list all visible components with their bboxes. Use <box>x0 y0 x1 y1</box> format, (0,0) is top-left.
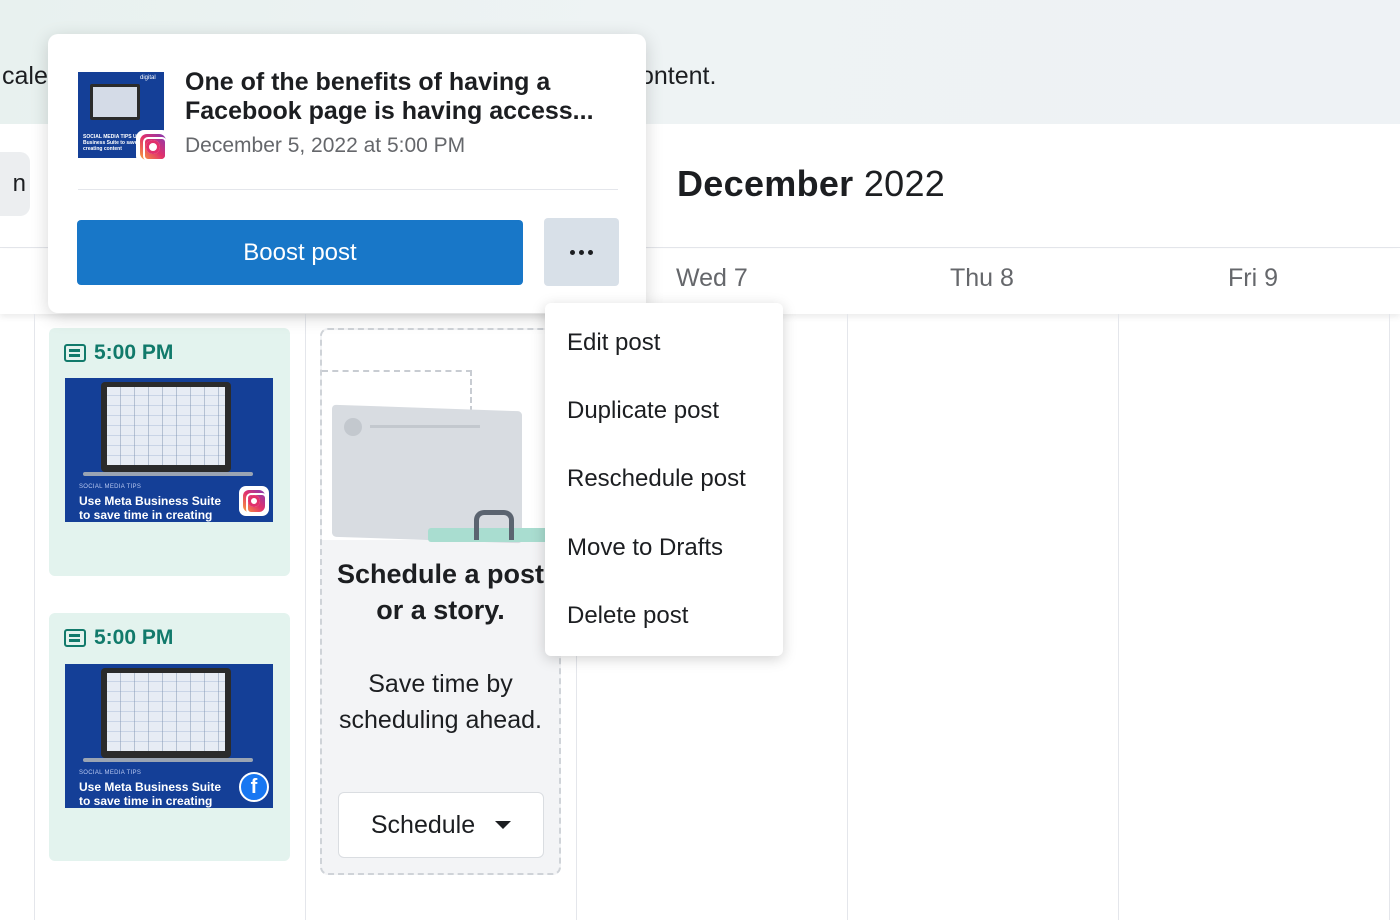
thumb-tip-label: SOCIAL MEDIA TIPS <box>79 484 142 490</box>
instagram-glyph <box>140 134 167 161</box>
post-preview-popover: digital SOCIAL MEDIA TIPS Use Meta Busin… <box>48 34 646 313</box>
schedule-empty-state: Schedule a post or a story. Save time by… <box>320 328 561 875</box>
menu-item-move-to-drafts[interactable]: Move to Drafts <box>567 534 723 562</box>
thumb-tip-title: Use Meta Business Suite to save time in … <box>79 494 221 522</box>
more-dot-icon <box>570 249 575 255</box>
post-time: 5:00 PM <box>64 626 173 650</box>
column-divider <box>847 314 848 920</box>
thumb-tip-label: SOCIAL MEDIA TIPS <box>79 770 142 776</box>
instagram-glyph <box>243 490 267 514</box>
more-options-button[interactable] <box>544 218 619 286</box>
schedule-prompt-title: Schedule a post or a story. <box>336 559 545 625</box>
day-header-fri: Fri 9 <box>1228 264 1278 292</box>
thumb-title-line1: Use Meta Business Suite <box>79 494 222 508</box>
thumb-title-line2: to save time in creating <box>79 508 213 522</box>
facebook-icon: f <box>239 772 269 802</box>
more-dot-icon <box>588 249 593 255</box>
menu-item-delete-post[interactable]: Delete post <box>567 602 688 630</box>
schedule-button-label: Schedule <box>370 810 476 839</box>
schedule-prompt-subtitle: Save time by scheduling ahead. <box>339 670 542 734</box>
day-header-thu: Thu 8 <box>950 264 1014 292</box>
laptop-base <box>83 472 253 476</box>
thumb-tip-title: Use Meta Business Suite to save time in … <box>79 780 221 808</box>
column-divider <box>1389 314 1390 920</box>
caret-down-icon <box>495 821 512 829</box>
column-divider <box>1118 314 1119 920</box>
banner-text-right: ontent. <box>640 62 717 90</box>
post-type-icon <box>64 344 86 362</box>
column-divider <box>34 314 35 920</box>
year-label: 2022 <box>863 163 946 204</box>
view-toggle-button[interactable]: n <box>0 152 30 216</box>
thumb-title-line2: to save time in creating <box>79 794 213 808</box>
laptop-image <box>90 84 140 120</box>
brand-logo: digital <box>140 75 156 81</box>
post-type-icon <box>64 629 86 647</box>
post-time-label: 5:00 PM <box>94 626 174 649</box>
illustration-line <box>370 425 480 428</box>
day-header-wed: Wed 7 <box>676 264 748 292</box>
instagram-icon <box>136 130 170 164</box>
column-divider <box>305 314 306 920</box>
more-dot-icon <box>579 249 584 255</box>
menu-item-reschedule-post[interactable]: Reschedule post <box>567 465 746 493</box>
illustration-dot <box>344 418 362 436</box>
month-name: December <box>677 163 854 204</box>
popover-post-title: One of the benefits of having a Facebook… <box>185 68 594 125</box>
laptop-base <box>83 758 253 762</box>
thumb-title-line1: Use Meta Business Suite <box>79 780 222 794</box>
instagram-icon <box>239 486 269 516</box>
banner-text: cale <box>2 62 48 90</box>
divider <box>78 189 618 190</box>
post-options-menu: Edit post Duplicate post Reschedule post… <box>545 303 783 656</box>
menu-item-edit-post[interactable]: Edit post <box>567 329 660 357</box>
schedule-button[interactable]: Schedule <box>338 792 544 858</box>
boost-post-button[interactable]: Boost post <box>77 220 523 285</box>
popover-post-date: December 5, 2022 at 5:00 PM <box>185 134 466 157</box>
post-time-label: 5:00 PM <box>94 341 174 364</box>
post-time: 5:00 PM <box>64 341 173 365</box>
calendar-screen-image <box>107 673 225 751</box>
schedule-illustration <box>322 330 559 544</box>
month-title: December 2022 <box>677 163 945 205</box>
menu-item-duplicate-post[interactable]: Duplicate post <box>567 397 719 425</box>
calendar-screen-image <box>107 387 225 465</box>
illustration-clip <box>474 510 514 540</box>
